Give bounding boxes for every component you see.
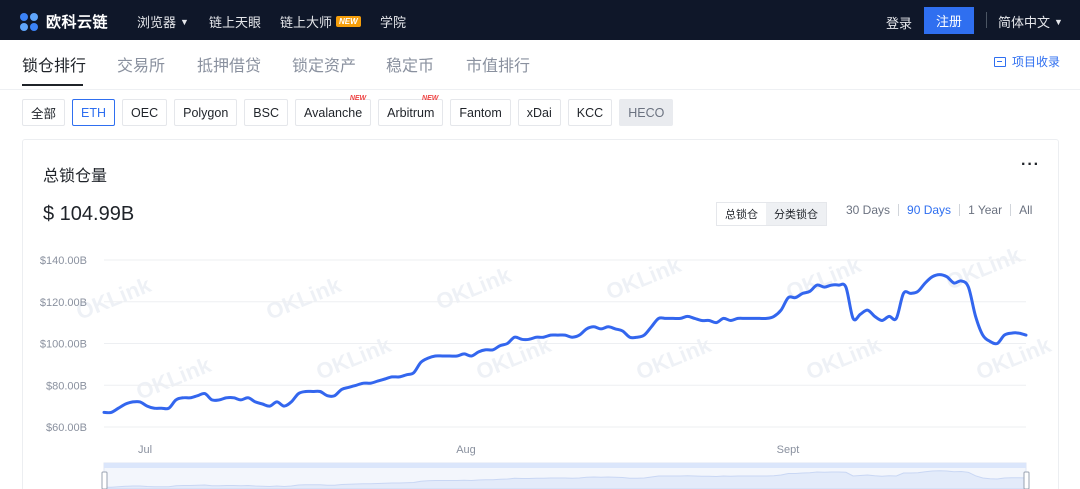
y-tick-label: $80.00B — [46, 380, 87, 392]
watermark-text: OKLink — [943, 242, 1026, 295]
y-tick-label: $140.00B — [40, 255, 87, 267]
tvl-line-chart: OKLink OKLink OKLink OKLink OKLink OKLink OKLi… — [40, 242, 1055, 489]
watermark-text: OKLink — [433, 262, 516, 315]
y-tick-label: $100.00B — [40, 339, 87, 351]
watermark-text: OKLink — [133, 352, 216, 405]
range-navigator-selection — [104, 463, 1026, 468]
range-handle-right — [1023, 471, 1030, 489]
watermark-text: OKLink — [263, 272, 346, 325]
watermark-text: OKLink — [803, 332, 886, 385]
range-handle-left — [101, 471, 108, 489]
x-tick-label: Sept — [777, 444, 800, 456]
watermark-text: OKLink — [473, 332, 556, 385]
x-tick-label: Jul — [138, 444, 152, 456]
y-tick-label: $120.00B — [40, 297, 87, 309]
watermark-text: OKLink — [313, 332, 396, 385]
x-tick-label: Aug — [456, 444, 476, 456]
watermark-text: OKLink — [633, 332, 716, 385]
y-tick-label: $60.00B — [46, 422, 87, 434]
